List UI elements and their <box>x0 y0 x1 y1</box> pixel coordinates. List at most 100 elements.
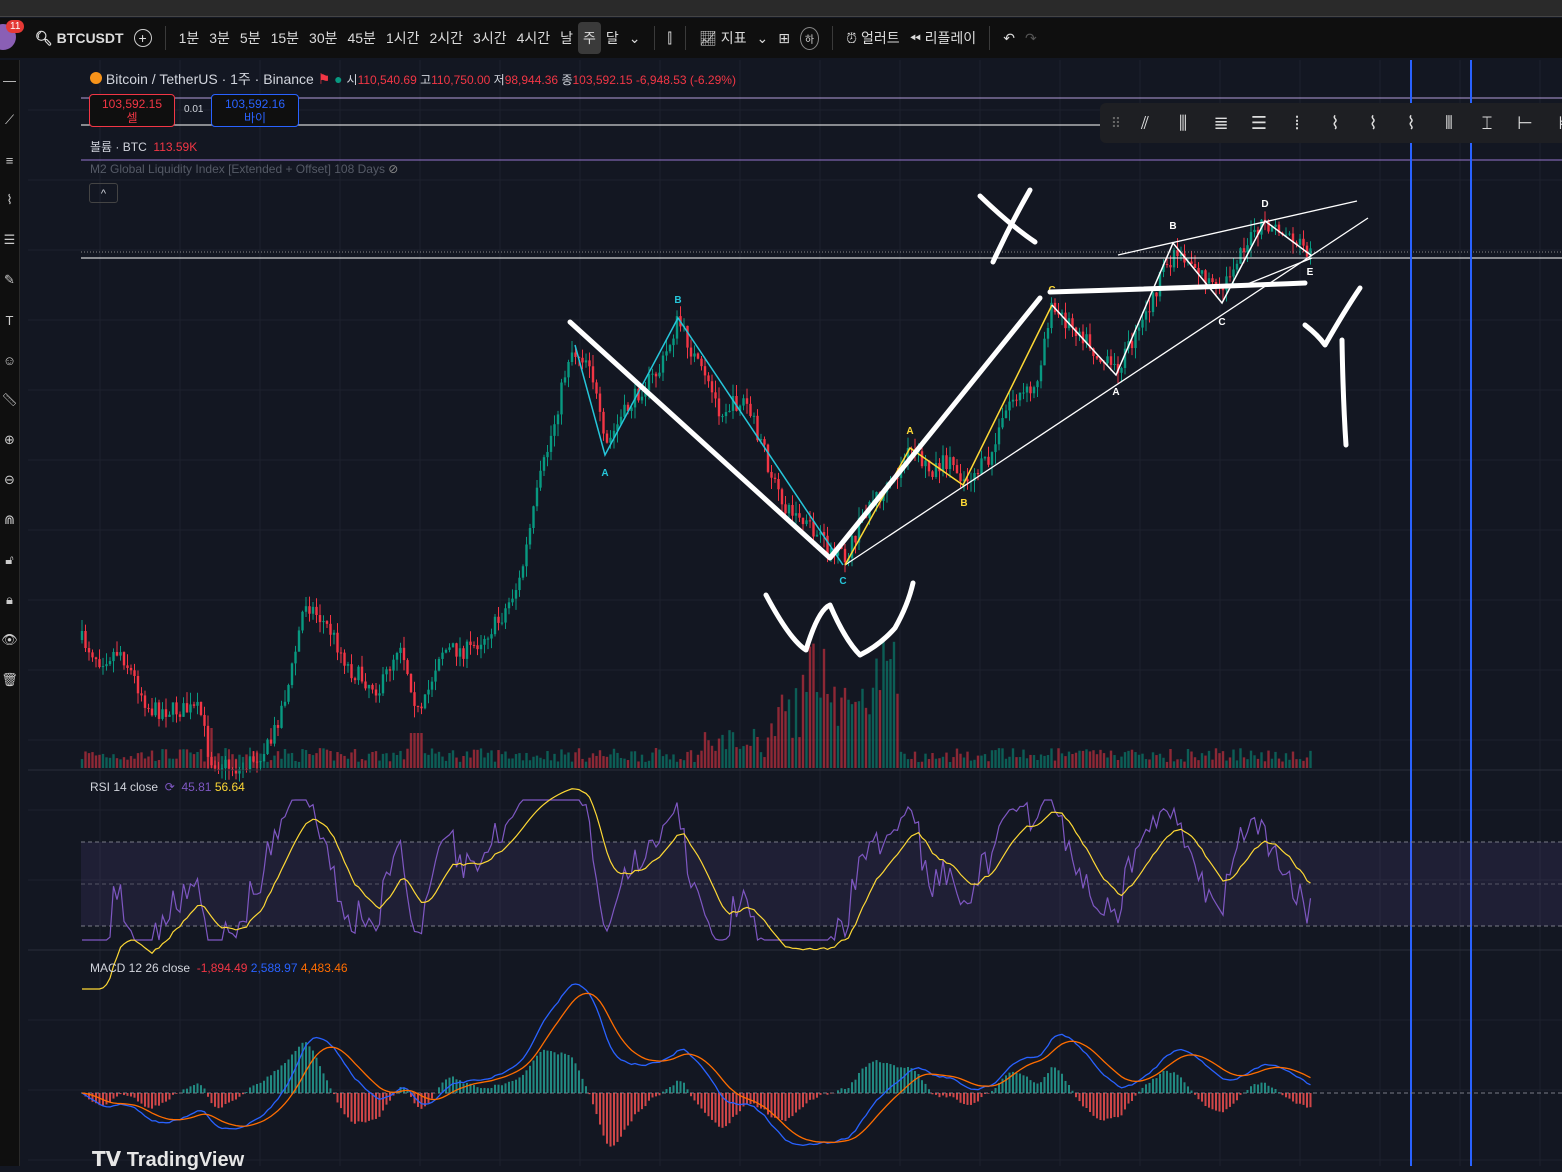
redo-button[interactable]: ↷ <box>1020 22 1042 54</box>
histogram-bar <box>841 1088 843 1093</box>
candle-body <box>1019 393 1021 401</box>
volume-bar <box>1113 755 1115 768</box>
chart-type-button[interactable]: ⫿ <box>663 22 677 54</box>
trend-lines[interactable] <box>845 201 1368 565</box>
elliott-triangle-icon[interactable]: ⌇ <box>1392 113 1430 134</box>
histogram-bar <box>211 1093 213 1103</box>
histogram-bar <box>1075 1093 1077 1097</box>
zoom-out-icon[interactable]: ⊖ <box>0 460 19 500</box>
interval-12[interactable]: 달 <box>601 22 624 54</box>
rsi-legend[interactable]: RSI 14 close ⟳ 45.81 56.64 <box>90 780 245 794</box>
fib-fan-icon[interactable]: ≣ <box>1202 113 1240 134</box>
volume-bar <box>882 641 884 768</box>
plus-circle-icon: + <box>134 29 152 47</box>
interval-6[interactable]: 1시간 <box>381 22 425 54</box>
indicators-button[interactable]: 📈︎ 지표 <box>694 22 751 54</box>
drag-handle-icon[interactable]: ⠿ <box>1106 115 1126 132</box>
cursor-icon[interactable]: — <box>0 60 19 100</box>
replay-button[interactable]: ⏪︎ 리플레이 <box>905 22 982 54</box>
forecast-icon[interactable]: ☰ <box>0 220 19 260</box>
chart-area[interactable]: A B C A B C A B C D E ⠿ ⫽ ⫼ ≣ ☰ ⦙ ⌇ ⌇ ⌇ … <box>28 60 1562 1166</box>
histogram-bar <box>309 1046 311 1093</box>
trash-icon[interactable]: 🗑︎ <box>0 660 19 700</box>
candle-body <box>1155 292 1157 296</box>
interval-4[interactable]: 30분 <box>304 22 342 54</box>
histogram-bar <box>1044 1077 1046 1093</box>
parallel-channel-icon[interactable]: ⫽ <box>1126 113 1164 134</box>
fib-retracement-icon[interactable]: ☰ <box>1240 113 1278 134</box>
undo-button[interactable]: ↶ <box>998 22 1020 54</box>
interval-dropdown[interactable]: ⌄ <box>624 22 646 54</box>
candle-body <box>403 648 405 660</box>
hotkey-button[interactable]: 하 <box>795 22 824 54</box>
elliott-impulse-icon[interactable]: ⌇ <box>1316 113 1354 134</box>
volume-profile-icon[interactable]: ⊧ <box>1544 113 1562 134</box>
emoji-icon[interactable]: ☺ <box>0 340 19 380</box>
interval-8[interactable]: 3시간 <box>468 22 512 54</box>
candle-body <box>1145 311 1147 319</box>
interval-3[interactable]: 15분 <box>266 22 304 54</box>
wave-white[interactable] <box>1052 221 1312 375</box>
interval-0[interactable]: 1분 <box>174 22 205 54</box>
hidden-eye-icon[interactable]: ⊘ <box>388 162 398 176</box>
interval-2[interactable]: 5분 <box>235 22 266 54</box>
candle-body <box>382 674 384 693</box>
interval-11[interactable]: 주 <box>578 22 601 54</box>
trendline-icon[interactable]: ⟋ <box>0 100 19 140</box>
chart-canvas[interactable]: A B C A B C A B C D E <box>28 60 1562 1166</box>
interval-9[interactable]: 4시간 <box>512 22 556 54</box>
pattern-icon[interactable]: ⌇ <box>0 180 19 220</box>
undo-icon: ↶ <box>1003 30 1015 47</box>
interval-10[interactable]: 날 <box>555 22 578 54</box>
candle-body <box>179 714 181 717</box>
price-range-icon[interactable]: ⌶ <box>1468 113 1506 134</box>
buy-button[interactable]: 103,592.16바이 <box>211 94 299 127</box>
macd-legend[interactable]: MACD 12 26 close -1,894.49 2,588.97 4,48… <box>90 961 348 975</box>
histogram-bar <box>330 1088 332 1093</box>
collapse-legend-button[interactable]: ^ <box>89 183 118 203</box>
elliott-correction-icon[interactable]: ⌇ <box>1354 113 1392 134</box>
candle-body <box>816 535 818 537</box>
lock-icon[interactable]: 🔓︎ <box>0 540 19 580</box>
symbol-search[interactable]: 🔍︎ BTCUSDT <box>30 22 129 54</box>
candle-body <box>1148 311 1150 312</box>
ruler-icon[interactable]: 📏︎ <box>0 380 19 420</box>
symbol-title[interactable]: Bitcoin / TetherUS · 1주 · Binance <box>106 71 314 87</box>
zoom-in-icon[interactable]: ⊕ <box>0 420 19 460</box>
volume-bar <box>795 688 797 768</box>
brush-icon[interactable]: ✎ <box>0 260 19 300</box>
candle-body <box>721 416 723 417</box>
volume-legend[interactable]: 볼륨 · BTC 113.59K <box>90 138 197 155</box>
gann-icon[interactable]: ⦙ <box>1278 113 1316 134</box>
histogram-bar <box>1215 1093 1217 1111</box>
m2-legend[interactable]: M2 Global Liquidity Index [Extended + Of… <box>90 162 398 176</box>
magnet-icon[interactable]: ⋒ <box>0 500 19 540</box>
volume-bar <box>756 737 758 768</box>
histogram-bar <box>1068 1085 1070 1093</box>
pitchfork-icon[interactable]: ⫼ <box>1164 113 1202 134</box>
candle-body <box>259 761 261 762</box>
tradingview-logo[interactable]: 𝗧𝗩 TradingView <box>92 1147 244 1172</box>
histogram-bar <box>176 1093 178 1094</box>
histogram-bar <box>687 1089 689 1093</box>
wave-yellow[interactable] <box>845 305 1052 565</box>
sell-button[interactable]: 103,592.15셀 <box>89 94 175 127</box>
interval-1[interactable]: 3분 <box>204 22 235 54</box>
compare-symbol-button[interactable]: + <box>129 22 157 54</box>
volume-bar <box>455 758 457 768</box>
lock-all-icon[interactable]: 🔒︎ <box>0 580 19 620</box>
indicators-dropdown[interactable]: ⌄ <box>751 22 773 54</box>
interval-7[interactable]: 2시간 <box>424 22 468 54</box>
eye-icon[interactable]: 👁︎ <box>0 620 19 660</box>
flag-icon[interactable]: ⚑ <box>318 71 331 87</box>
date-range-icon[interactable]: ⊢ <box>1506 113 1544 134</box>
candle-body <box>641 397 643 401</box>
alert-button[interactable]: ⏰︎ 얼러트 <box>841 22 904 54</box>
candle-body <box>1250 232 1252 245</box>
layout-button[interactable]: ⊞ <box>773 22 795 54</box>
interval-5[interactable]: 45분 <box>342 22 380 54</box>
fib-icon[interactable]: ≡ <box>0 140 19 180</box>
cycle-lines-icon[interactable]: ⦀ <box>1430 113 1468 134</box>
text-icon[interactable]: T <box>0 300 19 340</box>
histogram-bar <box>942 1093 944 1095</box>
